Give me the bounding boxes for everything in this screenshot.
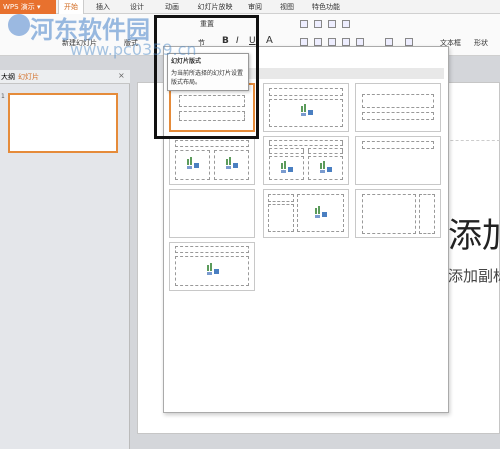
slide-thumbnail[interactable] <box>8 93 118 153</box>
layout-title-content[interactable] <box>263 83 349 132</box>
shape-button[interactable]: 形状 <box>474 38 488 48</box>
number-list-icon[interactable] <box>314 20 322 28</box>
slide-number: 1 <box>1 93 5 100</box>
watermark-url: www.pc0359.cn <box>70 40 197 59</box>
pane-tabs: 大纲 幻灯片 <box>0 70 130 84</box>
layout-section-header[interactable] <box>355 83 441 132</box>
columns-icon[interactable] <box>405 38 413 46</box>
tab-view[interactable]: 视图 <box>274 0 300 14</box>
placeholder-border <box>440 140 500 141</box>
bullet-list-icon[interactable] <box>300 20 308 28</box>
tab-slideshow[interactable]: 幻灯片放映 <box>192 0 238 14</box>
align-center-icon[interactable] <box>314 38 322 46</box>
layout-title-vertical-content[interactable] <box>169 242 255 291</box>
indent-icon[interactable] <box>328 20 336 28</box>
align-left-icon[interactable] <box>300 38 308 46</box>
close-icon[interactable]: × <box>118 71 125 80</box>
layout-vertical-title[interactable] <box>355 189 441 238</box>
line-spacing-icon[interactable] <box>385 38 393 46</box>
align-right-icon[interactable] <box>328 38 336 46</box>
outdent-icon[interactable] <box>342 20 350 28</box>
layout-title-only[interactable] <box>355 136 441 185</box>
annotation-highlight-box <box>154 15 259 139</box>
tab-features[interactable]: 特色功能 <box>306 0 346 14</box>
tab-slides[interactable]: 幻灯片 <box>18 70 39 84</box>
tab-animation[interactable]: 动画 <box>158 0 186 14</box>
layout-comparison[interactable] <box>263 136 349 185</box>
layout-two-content[interactable] <box>169 136 255 185</box>
layout-content-caption[interactable] <box>263 189 349 238</box>
font-color-icon[interactable]: A <box>266 35 273 46</box>
layout-blank[interactable] <box>169 189 255 238</box>
distribute-icon[interactable] <box>356 38 364 46</box>
justify-icon[interactable] <box>342 38 350 46</box>
watermark-logo <box>8 14 30 36</box>
slide-subtitle-placeholder[interactable]: 添加副标 <box>448 265 500 286</box>
slide-title-placeholder[interactable]: 添加 <box>448 208 500 257</box>
tab-outline[interactable]: 大纲 <box>1 70 15 84</box>
tab-review[interactable]: 审阅 <box>242 0 268 14</box>
